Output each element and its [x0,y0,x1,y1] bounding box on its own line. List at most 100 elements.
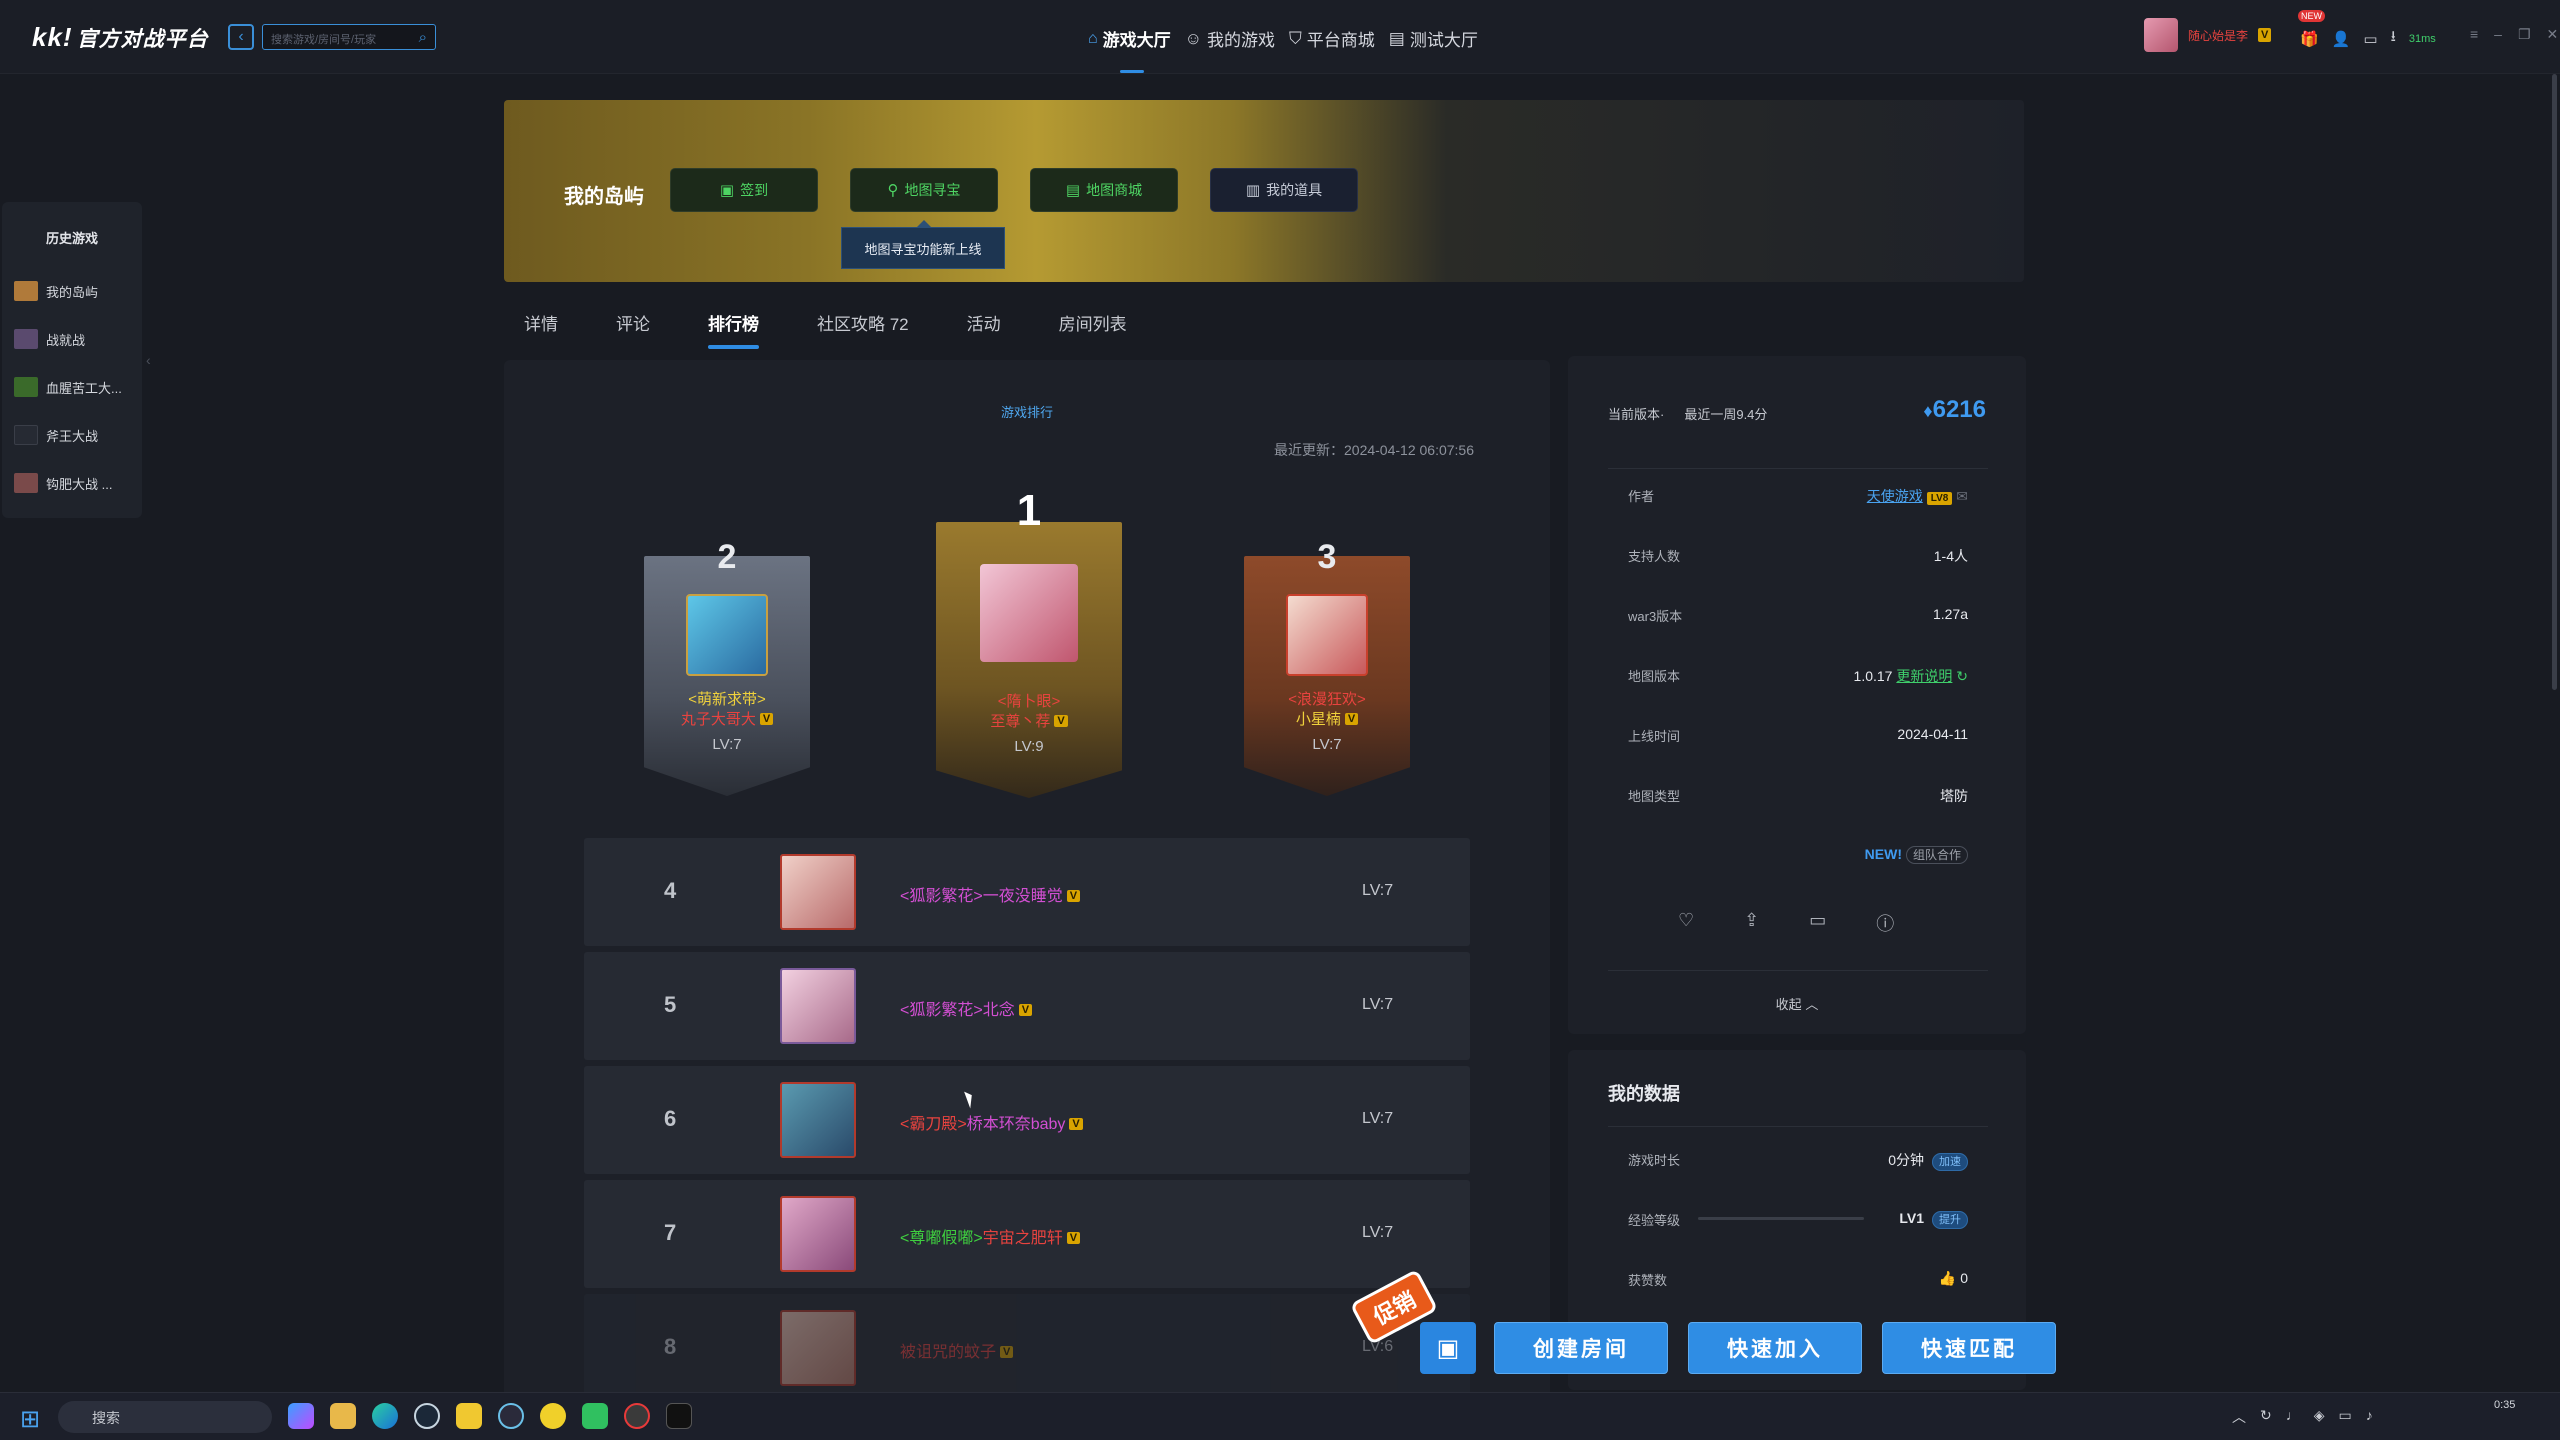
app-icon[interactable] [582,1403,608,1429]
collapse-button[interactable]: 收起 ︿ [1568,994,2026,1013]
nav-store[interactable]: ⛉ 平台商城 [1289,26,1375,51]
avatar [1286,594,1368,676]
mic-icon[interactable]: ♩ [2286,1407,2300,1427]
app-logo[interactable]: kk! 官方对战平台 [32,22,209,52]
map-info-panel: 当前版本· 最近一周9.4分 ♦6216 作者 天使游戏 LV8 ✉ 支持人数 1-4人… [1568,356,2026,1034]
player-level: LV:7 [1362,882,1394,899]
speedup-button[interactable]: 加速 [1932,1153,1968,1171]
tab-rooms[interactable]: 房间列表 [1059,310,1127,335]
history-item[interactable]: 战就战 [2,315,142,363]
upgrade-button[interactable]: 提升 [1932,1211,1968,1229]
history-item[interactable]: 斧王大战 [2,411,142,459]
rank-number: 7 [664,1220,677,1245]
tab-details[interactable]: 详情 [524,310,558,335]
search-icon[interactable]: ⌕ [419,29,427,46]
volume-icon[interactable]: ♪ [2366,1407,2373,1427]
likes-row: 获赞数 👍 0 [1628,1270,1968,1288]
play-time-row: 游戏时长 0分钟 加速 [1628,1150,1968,1171]
clock[interactable]: 0:35 [2494,1399,2515,1411]
windows-start-icon[interactable]: ⊞ [20,1405,40,1434]
podium-first[interactable]: <隋卜眼> 至尊丶荐 V LV:9 [936,522,1122,798]
team-chip[interactable]: 组队合作 [1905,846,1968,864]
steam-icon[interactable] [414,1403,440,1429]
history-item[interactable]: 我的岛屿 [2,267,142,315]
app-icon[interactable] [540,1403,566,1429]
treasure-tooltip: 地图寻宝功能新上线 [841,220,1005,269]
minimize-icon[interactable]: – [2494,26,2502,43]
user-area[interactable]: 随心始是李 V [2144,18,2272,52]
shop-icon: ▤ [1065,182,1081,199]
chevron-up-icon: ︿ [1805,997,1819,1012]
tab-events[interactable]: 活动 [967,310,1001,335]
vip-badge: V [2258,28,2272,42]
nav-test-hall[interactable]: ▤ 测试大厅 [1389,26,1478,51]
avatar [780,854,856,930]
sidebar-collapse-icon[interactable]: ‹ [146,352,151,368]
close-icon[interactable]: ✕ [2547,26,2559,43]
store-button[interactable]: ▣ [1420,1322,1476,1374]
author-link[interactable]: 天使游戏 [1867,488,1923,504]
sync-icon[interactable]: ↻ [2260,1407,2272,1427]
chevron-up-icon[interactable]: ︿ [2232,1407,2246,1427]
game-thumbnail [14,425,38,445]
podium-second[interactable]: <萌新求带> 丸子大哥大 V LV:7 [644,556,810,796]
back-button[interactable]: ‹ [228,24,254,50]
app-icon[interactable] [624,1403,650,1429]
podium-third[interactable]: <浪漫狂欢> 小星楠 V LV:7 [1244,556,1410,796]
flame-icon: ♦ [1923,401,1933,421]
share-icon[interactable]: ⇪ [1744,910,1759,936]
ranking-row[interactable]: 6 <霸刀殿>桥本环奈baby V LV:7 [584,1066,1470,1174]
create-room-button[interactable]: 创建房间 [1494,1322,1668,1374]
player-level: LV:7 [1362,1110,1394,1127]
download-icon[interactable]: ⭳ [2391,26,2396,51]
menu-icon[interactable]: ≡ [2470,26,2478,43]
checkin-button[interactable]: ▣ 签到 [670,168,818,212]
ranking-row[interactable]: 5 <狐影繁花>北念 V LV:7 [584,952,1470,1060]
taskbar-search[interactable]: 搜索 [58,1401,272,1433]
tab-guides[interactable]: 社区攻略 72 [817,310,909,335]
kk-platform-icon[interactable] [666,1403,692,1429]
game-thumbnail [14,281,38,301]
app-icon[interactable] [498,1403,524,1429]
rank-number: 2 [717,538,737,576]
message-icon[interactable]: ▭ [2363,30,2377,48]
screen-icon[interactable]: ▭ [1809,910,1826,936]
nav-my-games[interactable]: ☺ 我的游戏 [1185,26,1275,51]
map-shop-button[interactable]: ▤ 地图商城 [1030,168,1178,212]
app-icon[interactable] [288,1403,314,1429]
player-tag: <浪漫狂欢> [1288,691,1366,708]
restore-icon[interactable]: ❐ [2518,26,2531,43]
info-icon[interactable]: ⓘ [1876,910,1894,936]
player-name: <霸刀殿>桥本环奈baby V [900,1110,1083,1134]
exp-level-row: 经验等级 LV1 提升 [1628,1210,1968,1229]
treasure-hunt-button[interactable]: ⚲ 地图寻宝 [850,168,998,212]
folder-icon[interactable] [330,1403,356,1429]
security-icon[interactable]: ◈ [2314,1407,2325,1427]
quick-join-button[interactable]: 快速加入 [1688,1322,1862,1374]
edge-icon[interactable] [372,1403,398,1429]
avatar[interactable] [2144,18,2178,52]
history-item[interactable]: 钩肥大战 ... [2,459,142,507]
nav-game-hall[interactable]: ⌂ 游戏大厅 [1088,26,1171,51]
search-input[interactable]: 搜索游戏/房间号/玩家 ⌕ [262,24,436,50]
quick-match-button[interactable]: 快速匹配 [1882,1322,2056,1374]
user-name[interactable]: 随心始是李 [2188,27,2248,44]
my-items-button[interactable]: ▥ 我的道具 [1210,168,1358,212]
ranking-row[interactable]: 8 被诅咒的蚊子 V LV:6 [584,1294,1470,1402]
gift-icon[interactable]: 🎁 [2300,30,2319,48]
network-icon[interactable]: ▭ [2339,1407,2352,1427]
app-icon[interactable] [456,1403,482,1429]
ranking-row[interactable]: 4 <狐影繁花>一夜没睡觉 V LV:7 [584,838,1470,946]
favorite-icon[interactable]: ♡ [1678,910,1694,936]
tab-ranking[interactable]: 排行榜 [708,310,759,349]
info-war3-version: war3版本 1.27a [1628,606,1968,624]
tab-comments[interactable]: 评论 [616,310,650,335]
rank-number: 8 [664,1334,677,1359]
player-level: LV:9 [1014,738,1044,755]
scrollbar[interactable] [2552,74,2557,690]
history-item[interactable]: 血腥苦工大... [2,363,142,411]
ranking-row[interactable]: 7 <尊嘟假嘟>宇宙之肥轩 V LV:7 [584,1180,1470,1288]
friends-icon[interactable]: 👤 [2332,30,2351,48]
test-icon: ▤ [1388,28,1405,48]
changelog-link[interactable]: 更新说明 [1896,668,1952,684]
